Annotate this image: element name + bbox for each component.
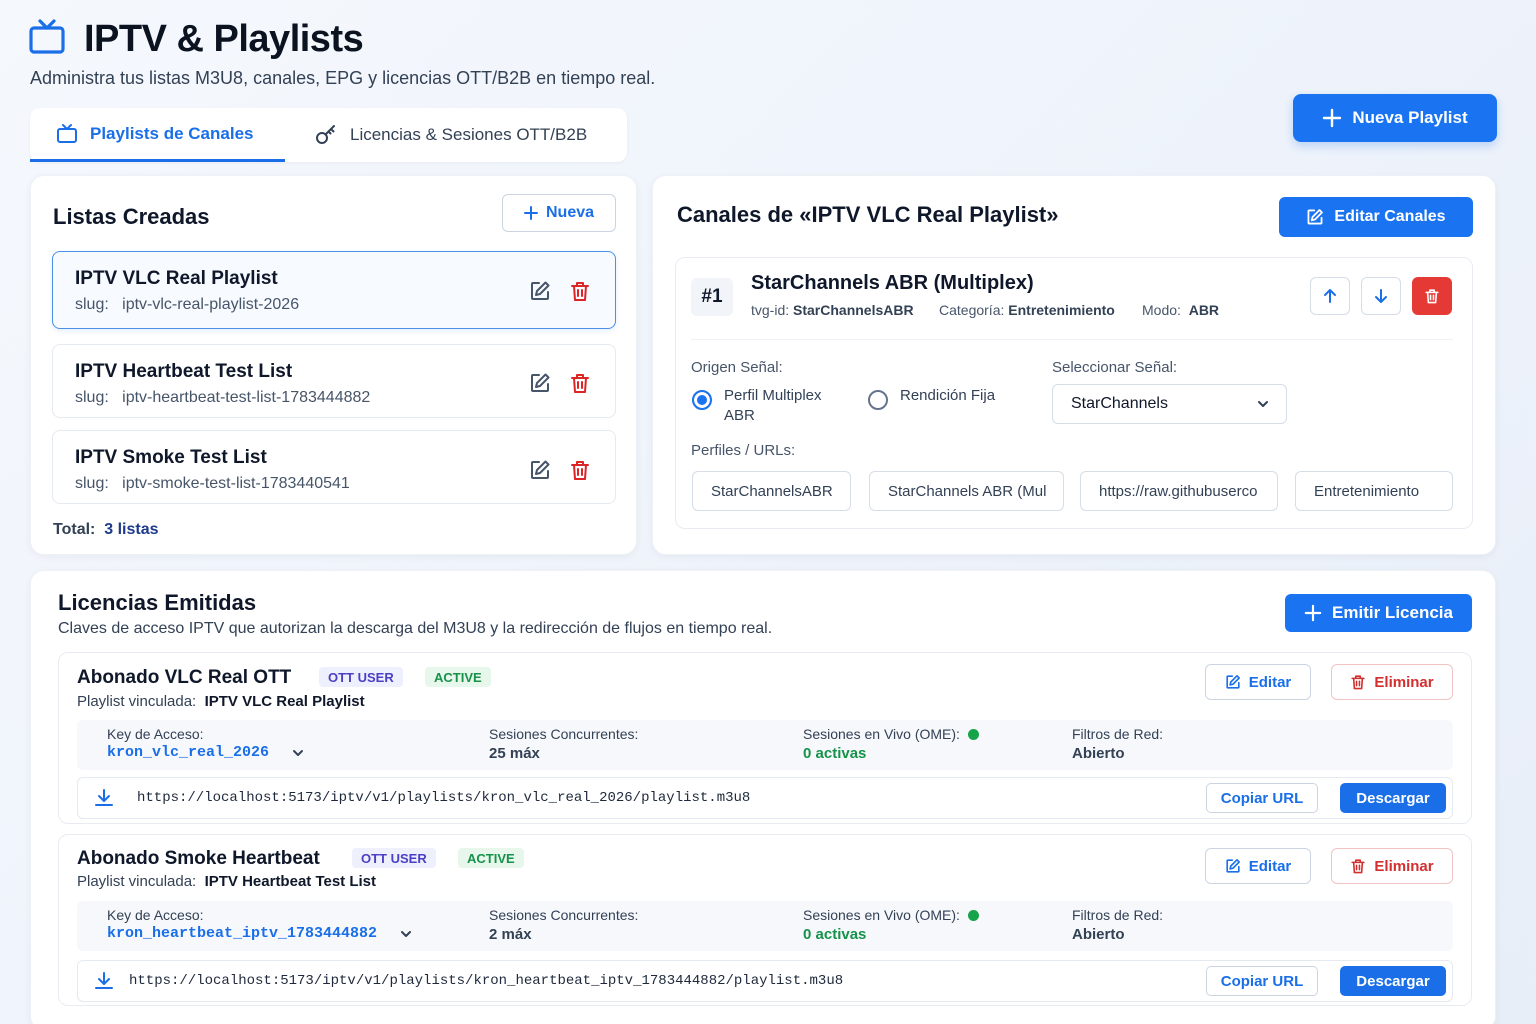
radio-fixed-label: Rendición Fija xyxy=(900,387,996,404)
edit-icon[interactable] xyxy=(529,280,551,302)
edit-icon[interactable] xyxy=(529,372,551,394)
trash-icon[interactable] xyxy=(569,280,591,302)
delete-license-button[interactable]: Eliminar xyxy=(1331,848,1453,884)
select-signal-label: Seleccionar Señal: xyxy=(1052,359,1178,376)
status-badge: ACTIVE xyxy=(425,667,491,687)
tab-bar: Playlists de Canales Licencias & Sesione… xyxy=(30,108,627,162)
live-sessions: 0 activas xyxy=(803,926,867,943)
concurrent-sessions: 2 máx xyxy=(489,926,532,943)
list-item[interactable]: IPTV VLC Real Playlist slug: iptv-vlc-re… xyxy=(52,251,616,329)
edit-icon xyxy=(1225,858,1241,874)
delete-license-button[interactable]: Eliminar xyxy=(1331,664,1453,700)
license-info: Key de Acceso: kron_heartbeat_iptv_17834… xyxy=(77,901,1453,951)
network-filters: Abierto xyxy=(1072,745,1125,762)
download-icon xyxy=(94,788,114,808)
radio-fixed[interactable] xyxy=(868,390,888,410)
emit-license-button[interactable]: Emitir Licencia xyxy=(1285,594,1472,632)
license-name: Abonado Smoke Heartbeat xyxy=(77,848,320,869)
radio-multiplex[interactable] xyxy=(692,390,712,410)
playlist-url-row: https://localhost:5173/iptv/v1/playlists… xyxy=(77,777,1453,819)
channel-name: StarChannels ABR (Multiplex) xyxy=(751,272,1034,294)
playlist-url: https://localhost:5173/iptv/v1/playlists… xyxy=(129,973,844,989)
profile-field[interactable]: Entretenimiento xyxy=(1295,471,1453,511)
license-card: Abonado VLC Real OTT OTT USER ACTIVE Pla… xyxy=(58,652,1472,824)
trash-icon[interactable] xyxy=(569,459,591,481)
tv-icon xyxy=(28,18,66,56)
profile-field[interactable]: StarChannels ABR (Mul xyxy=(869,471,1064,511)
arrow-up-icon xyxy=(1322,288,1338,304)
badge-type: OTT USER xyxy=(319,667,403,687)
lists-title: Listas Creadas xyxy=(53,204,210,229)
access-key[interactable]: kron_heartbeat_iptv_1783444882 xyxy=(107,925,413,942)
playlist-url-row: https://localhost:5173/iptv/v1/playlists… xyxy=(77,960,1453,1002)
copy-url-button[interactable]: Copiar URL xyxy=(1206,966,1318,996)
edit-license-button[interactable]: Editar xyxy=(1205,664,1311,700)
channel-mode: Modo: ABR xyxy=(1142,302,1220,318)
license-info: Key de Acceso: kron_vlc_real_2026 Sesion… xyxy=(77,720,1453,770)
download-icon xyxy=(94,971,114,991)
move-up-button[interactable] xyxy=(1310,277,1350,315)
list-item[interactable]: IPTV Heartbeat Test List slug: iptv-hear… xyxy=(52,344,616,418)
page-title: IPTV & Playlists xyxy=(84,18,364,60)
signal-select[interactable]: StarChannels xyxy=(1052,384,1287,424)
chevron-down-icon xyxy=(1256,397,1270,411)
profile-field[interactable]: StarChannelsABR xyxy=(692,471,851,511)
access-key[interactable]: kron_vlc_real_2026 xyxy=(107,744,305,761)
channel-tvg-id: tvg-id: StarChannelsABR xyxy=(751,302,914,318)
trash-icon xyxy=(1424,288,1440,304)
chevron-down-icon[interactable] xyxy=(291,746,305,760)
playlist-url: https://localhost:5173/iptv/v1/playlists… xyxy=(137,790,751,806)
status-badge: ACTIVE xyxy=(458,848,524,868)
channel-number: #1 xyxy=(691,278,733,316)
download-button[interactable]: Descargar xyxy=(1340,966,1446,996)
move-down-button[interactable] xyxy=(1361,277,1401,315)
radio-multiplex-label: Perfil Multiplex ABR xyxy=(724,387,822,424)
linked-playlist: Playlist vinculada: IPTV Heartbeat Test … xyxy=(77,873,377,890)
tab-playlists[interactable]: Playlists de Canales xyxy=(30,108,285,162)
licenses-subtitle: Claves de acceso IPTV que autorizan la d… xyxy=(58,620,773,637)
delete-channel-button[interactable] xyxy=(1412,277,1452,315)
download-button[interactable]: Descargar xyxy=(1340,783,1446,813)
edit-license-button[interactable]: Editar xyxy=(1205,848,1311,884)
new-list-button[interactable]: Nueva xyxy=(502,194,616,232)
page-subtitle: Administra tus listas M3U8, canales, EPG… xyxy=(30,68,656,88)
licenses-title: Licencias Emitidas xyxy=(58,590,257,615)
concurrent-sessions: 25 máx xyxy=(489,745,540,762)
linked-playlist: Playlist vinculada: IPTV VLC Real Playli… xyxy=(77,693,365,710)
key-icon xyxy=(314,123,338,147)
plus-icon xyxy=(1322,108,1342,128)
origin-label: Origen Señal: xyxy=(691,359,783,376)
license-card: Abonado Smoke Heartbeat OTT USER ACTIVE … xyxy=(58,834,1472,1006)
lists-panel: Listas Creadas Nueva IPTV VLC Real Playl… xyxy=(30,175,637,555)
list-item[interactable]: IPTV Smoke Test List slug: iptv-smoke-te… xyxy=(52,430,616,504)
plus-icon xyxy=(523,206,538,220)
live-status-dot xyxy=(967,729,979,740)
channel-category: Categoría: Entretenimiento xyxy=(939,302,1115,318)
profiles-label: Perfiles / URLs: xyxy=(691,442,796,459)
divider xyxy=(691,339,1453,340)
live-status-dot xyxy=(967,910,979,921)
profile-field[interactable]: https://raw.githubuserco xyxy=(1080,471,1278,511)
lists-total: Total: 3 listas xyxy=(53,521,159,538)
tab-licenses[interactable]: Licencias & Sesiones OTT/B2B xyxy=(312,108,612,162)
arrow-down-icon xyxy=(1373,288,1389,304)
chevron-down-icon[interactable] xyxy=(399,927,413,941)
plus-icon xyxy=(1304,604,1322,622)
channels-title: Canales de «IPTV VLC Real Playlist» xyxy=(677,202,1059,227)
trash-icon[interactable] xyxy=(569,372,591,394)
tv-icon xyxy=(56,123,78,145)
edit-icon[interactable] xyxy=(529,459,551,481)
edit-icon xyxy=(1306,208,1324,226)
copy-url-button[interactable]: Copiar URL xyxy=(1206,783,1318,813)
edit-icon xyxy=(1225,674,1241,690)
trash-icon xyxy=(1350,674,1366,690)
trash-icon xyxy=(1350,858,1366,874)
badge-type: OTT USER xyxy=(352,848,436,868)
license-name: Abonado VLC Real OTT xyxy=(77,667,292,688)
edit-channels-button[interactable]: Editar Canales xyxy=(1279,197,1473,237)
network-filters: Abierto xyxy=(1072,926,1125,943)
new-playlist-button[interactable]: Nueva Playlist xyxy=(1293,94,1497,142)
live-sessions: 0 activas xyxy=(803,745,867,762)
